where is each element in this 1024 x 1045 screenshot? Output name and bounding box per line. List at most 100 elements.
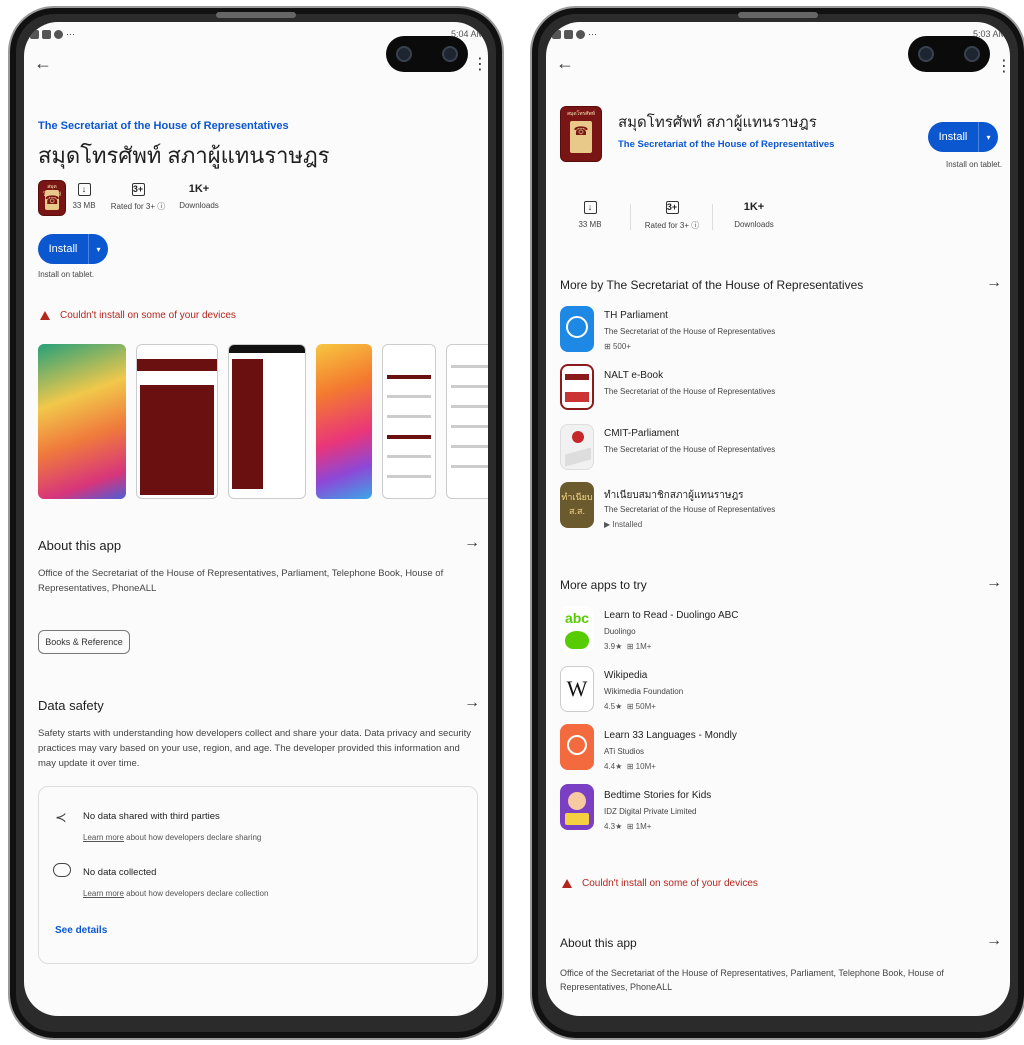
stat-rating: 3+ Rated for 3+ ⓘ bbox=[110, 182, 166, 212]
learn-more-link[interactable]: Learn more bbox=[83, 833, 124, 842]
category-chip[interactable]: Books & Reference bbox=[38, 630, 130, 654]
divider bbox=[712, 204, 713, 230]
screenshot-2[interactable] bbox=[136, 344, 218, 499]
safety-item-title: No data collected bbox=[83, 867, 157, 878]
screenshot-1[interactable] bbox=[38, 344, 126, 499]
ebook-icon bbox=[560, 364, 594, 410]
screenshot-6[interactable] bbox=[446, 344, 488, 499]
status-icons: ··· bbox=[30, 29, 75, 39]
screenshot-3[interactable] bbox=[228, 344, 306, 499]
list-item-dev: The Secretariat of the House of Represen… bbox=[604, 387, 776, 396]
list-item-title[interactable]: TH Parliament bbox=[604, 310, 668, 321]
app-title: สมุดโทรศัพท์ สภาผู้แทนราษฎร bbox=[38, 143, 330, 168]
list-item-meta: ▶ Installed bbox=[604, 520, 643, 529]
download-icon: ↓ bbox=[77, 183, 91, 196]
screenshot-5[interactable] bbox=[382, 344, 436, 499]
see-details-link[interactable]: See details bbox=[55, 925, 107, 936]
share-icon: ≺ bbox=[55, 809, 67, 825]
list-item-title[interactable]: Bedtime Stories for Kids bbox=[604, 790, 711, 801]
list-item-title[interactable]: Learn to Read - Duolingo ABC bbox=[604, 610, 739, 621]
stat-downloads: 1K+ Downloads bbox=[174, 182, 224, 210]
developer-link[interactable]: The Secretariat of the House of Represen… bbox=[38, 120, 289, 132]
list-item-title[interactable]: CMIT-Parliament bbox=[604, 428, 679, 439]
more-vert-icon[interactable]: ⋮ bbox=[996, 56, 1010, 76]
list-item-dev: IDZ Digital Private Limited bbox=[604, 807, 697, 816]
warning-icon bbox=[40, 311, 50, 320]
list-item-title[interactable]: Learn 33 Languages - Mondly bbox=[604, 730, 737, 741]
rating-icon: 3+ bbox=[665, 201, 679, 214]
list-item-dev: The Secretariat of the House of Represen… bbox=[604, 445, 776, 454]
more-by-title: More by The Secretariat of the House of … bbox=[560, 278, 864, 292]
stat-downloads-label: Downloads bbox=[734, 220, 774, 229]
screenshot-4[interactable] bbox=[316, 344, 372, 499]
list-item-dev: Duolingo bbox=[604, 627, 636, 636]
stat-downloads: 1K+ Downloads bbox=[728, 200, 780, 229]
list-item-meta: ⊞ 500+ bbox=[604, 342, 631, 351]
list-item-dev: Wikimedia Foundation bbox=[604, 687, 684, 696]
arrow-right-icon[interactable]: → bbox=[986, 574, 1002, 592]
mondly-icon bbox=[560, 724, 594, 770]
arrow-right-icon[interactable]: → bbox=[464, 694, 480, 712]
stat-size-label: 33 MB bbox=[72, 201, 96, 210]
back-arrow-icon[interactable]: ← bbox=[556, 54, 574, 72]
bedtime-stories-icon bbox=[560, 784, 594, 830]
list-item-dev: The Secretariat of the House of Represen… bbox=[604, 505, 776, 514]
arrow-right-icon[interactable]: → bbox=[986, 932, 1002, 950]
cloud-upload-icon bbox=[53, 863, 71, 877]
about-title: About this app bbox=[38, 538, 122, 553]
stat-size: ↓ 33 MB bbox=[570, 200, 610, 229]
left-phone-frame: ··· 5:04 AM ← ⋮ The Secretariat of the H… bbox=[8, 6, 504, 1040]
list-item-meta: 4.3★ ⊞ 1M+ bbox=[604, 822, 652, 831]
chevron-down-icon[interactable]: ▾ bbox=[88, 234, 108, 264]
app-icon: สมุดโทรศัพท์ bbox=[38, 180, 66, 216]
about-text: Office of the Secretariat of the House o… bbox=[560, 968, 944, 992]
install-note: Install on tablet. bbox=[946, 160, 1003, 169]
developer-link[interactable]: The Secretariat of the House of Represen… bbox=[618, 139, 834, 150]
stat-size: ↓ 33 MB bbox=[70, 182, 98, 210]
arrow-right-icon[interactable]: → bbox=[464, 534, 480, 552]
warning-icon bbox=[562, 879, 572, 888]
stat-rating-label: Rated for 3+ ⓘ bbox=[644, 221, 700, 230]
download-icon: ↓ bbox=[583, 201, 597, 214]
camera-cutout bbox=[386, 36, 468, 72]
right-phone-frame: ··· 5:03 AM ← ⋮ สมุดโทรศัพท์ สมุดโทรศัพท… bbox=[530, 6, 1024, 1040]
warning-text: Couldn't install on some of your devices bbox=[582, 878, 758, 889]
install-label: Install bbox=[938, 131, 968, 143]
left-screen: ··· 5:04 AM ← ⋮ The Secretariat of the H… bbox=[24, 22, 488, 1016]
more-apps-title: More apps to try bbox=[560, 578, 647, 592]
download-count-icon: ⊞ bbox=[604, 342, 613, 351]
back-arrow-icon[interactable]: ← bbox=[34, 54, 52, 72]
status-icons: ··· bbox=[552, 29, 597, 39]
divider bbox=[630, 204, 631, 230]
list-item-title[interactable]: NALT e-Book bbox=[604, 370, 663, 381]
rating-icon: 3+ bbox=[131, 183, 145, 196]
app-title: สมุดโทรศัพท์ สภาผู้แทนราษฎร bbox=[618, 114, 817, 131]
learn-more-link[interactable]: Learn more bbox=[83, 889, 124, 898]
stat-downloads-value: 1K+ bbox=[743, 201, 765, 213]
camera-cutout bbox=[908, 36, 990, 72]
parliament-seal-icon bbox=[560, 306, 594, 352]
speaker-grille bbox=[738, 12, 818, 18]
safety-item-title: No data shared with third parties bbox=[83, 811, 220, 822]
list-item-title[interactable]: ทำเนียบสมาชิกสภาผู้แทนราษฎร bbox=[604, 488, 744, 503]
install-warning: Couldn't install on some of your devices bbox=[562, 878, 758, 889]
chevron-down-icon[interactable]: ▾ bbox=[978, 122, 998, 152]
about-title: About this app bbox=[560, 936, 637, 950]
duolingo-abc-icon: abc bbox=[560, 606, 594, 652]
list-item-dev: ATi Studios bbox=[604, 747, 645, 756]
arrow-right-icon[interactable]: → bbox=[986, 274, 1002, 292]
list-item-meta: 4.4★ ⊞ 10M+ bbox=[604, 762, 656, 771]
stat-rating: 3+ Rated for 3+ ⓘ bbox=[642, 200, 702, 231]
directory-icon: ทำเนียบ ส.ส. bbox=[560, 482, 594, 528]
install-label: Install bbox=[48, 243, 78, 255]
more-vert-icon[interactable]: ⋮ bbox=[472, 54, 488, 74]
install-button[interactable]: Install ▾ bbox=[928, 122, 998, 152]
data-safety-card: ≺ No data shared with third parties Lear… bbox=[38, 786, 478, 964]
list-item-title[interactable]: Wikipedia bbox=[604, 670, 647, 681]
stat-rating-label: Rated for 3+ ⓘ bbox=[110, 202, 166, 211]
stat-size-label: 33 MB bbox=[578, 220, 602, 229]
warning-text: Couldn't install on some of your devices bbox=[60, 310, 236, 321]
safety-item-note: Learn more about how developers declare … bbox=[83, 889, 269, 898]
install-button[interactable]: Install ▾ bbox=[38, 234, 108, 264]
wikipedia-icon: W bbox=[560, 666, 594, 712]
